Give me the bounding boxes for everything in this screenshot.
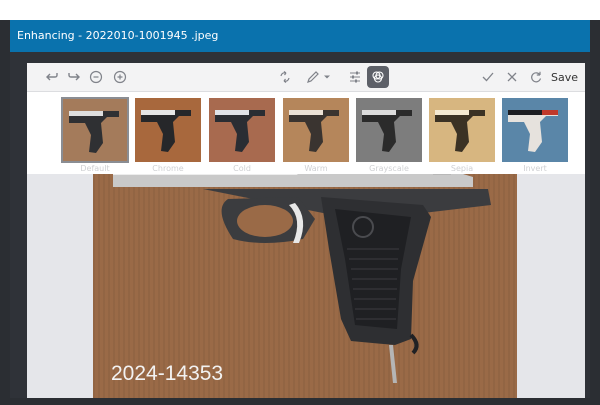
confirm-check-icon[interactable] [477,66,499,88]
filter-grayscale[interactable]: Grayscale [354,97,424,173]
filter-invert[interactable]: Invert [500,97,570,173]
filter-label: Warm [304,164,328,173]
editor-toolbar: Save [27,63,585,92]
zoom-out-icon[interactable] [85,66,107,88]
cancel-close-icon[interactable] [501,66,523,88]
image-editor: Save Default Chrome Cold Warm Grayscale … [27,63,585,398]
filter-thumbnail [134,97,202,163]
reset-icon[interactable] [525,66,547,88]
filter-thumbnail [61,97,129,163]
rotate-icon[interactable] [274,66,296,88]
filter-label: Chrome [152,164,184,173]
filter-default[interactable]: Default [60,97,130,173]
pen-dropdown-icon[interactable] [322,66,332,88]
filter-icon[interactable] [367,66,389,88]
filter-thumbnail [428,97,496,163]
filter-label: Default [80,164,110,173]
filter-thumbnail [282,97,350,163]
filter-thumbnail [501,97,569,163]
filter-label: Grayscale [369,164,409,173]
zoom-in-icon[interactable] [109,66,131,88]
image-canvas[interactable]: 2024-14353 [27,174,585,398]
undo-icon[interactable] [41,66,63,88]
filter-sepia[interactable]: Sepia [427,97,497,173]
enhance-dialog: Enhancing - 2022010-1001945 .jpeg Save D… [10,20,590,398]
filter-strip: Default Chrome Cold Warm Grayscale Sepia… [27,92,585,174]
evidence-number: 2024-14353 [111,362,224,385]
top-strip [0,0,600,20]
photo-preview: 2024-14353 [93,174,517,398]
pen-icon[interactable] [302,66,324,88]
filter-chrome[interactable]: Chrome [133,97,203,173]
adjust-sliders-icon[interactable] [344,66,366,88]
dialog-title: Enhancing - 2022010-1001945 .jpeg [10,20,590,52]
filter-label: Invert [523,164,547,173]
save-label: Save [551,70,579,84]
filter-label: Sepia [450,164,474,173]
redo-icon[interactable] [63,66,85,88]
save-button[interactable]: Save [551,66,578,88]
filter-cold[interactable]: Cold [207,97,277,173]
filter-warm[interactable]: Warm [281,97,351,173]
filter-label: Cold [233,164,251,173]
filter-thumbnail [208,97,276,163]
filter-thumbnail [355,97,423,163]
